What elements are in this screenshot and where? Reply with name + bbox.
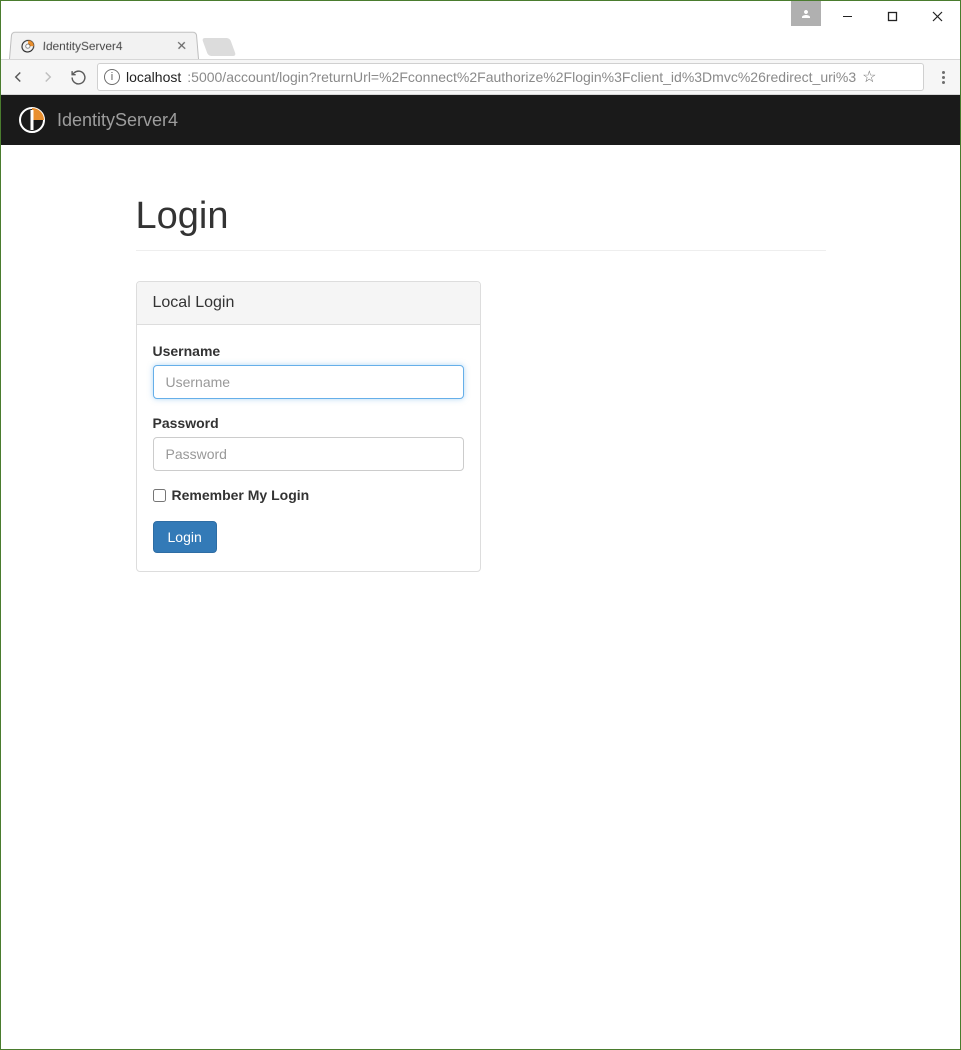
remember-row: Remember My Login	[153, 487, 464, 503]
password-label: Password	[153, 415, 464, 431]
address-bar[interactable]: i localhost :5000/account/login?returnUrl…	[97, 63, 924, 91]
brand-logo-icon	[19, 107, 45, 133]
reload-button[interactable]	[67, 66, 89, 88]
window-titlebar	[1, 1, 960, 31]
back-button[interactable]	[7, 66, 29, 88]
page-title: Login	[136, 195, 826, 251]
url-host: localhost	[126, 69, 181, 85]
address-bar-row: i localhost :5000/account/login?returnUrl…	[1, 59, 960, 95]
brand-text[interactable]: IdentityServer4	[57, 110, 178, 131]
user-badge-icon	[791, 1, 821, 26]
password-input[interactable]	[153, 437, 464, 471]
tab-close-icon[interactable]: ✕	[176, 38, 188, 54]
password-group: Password	[153, 415, 464, 471]
browser-tab[interactable]: IdentityServer4 ✕	[9, 32, 199, 59]
close-window-button[interactable]	[915, 1, 960, 31]
maximize-button[interactable]	[870, 1, 915, 31]
page-content: IdentityServer4 Login Local Login Userna…	[1, 95, 960, 592]
login-button[interactable]: Login	[153, 521, 217, 553]
username-input[interactable]	[153, 365, 464, 399]
tab-favicon-icon	[20, 39, 35, 53]
site-info-icon[interactable]: i	[104, 69, 120, 85]
remember-checkbox[interactable]	[153, 489, 166, 502]
new-tab-button[interactable]	[202, 38, 237, 56]
login-panel: Local Login Username Password Remember M…	[136, 281, 481, 572]
bookmark-star-icon[interactable]: ☆	[862, 67, 876, 87]
app-navbar: IdentityServer4	[1, 95, 960, 145]
main-container: Login Local Login Username Password Reme…	[116, 145, 846, 592]
tab-title: IdentityServer4	[42, 39, 168, 53]
tab-strip: IdentityServer4 ✕	[1, 31, 960, 59]
minimize-button[interactable]	[825, 1, 870, 31]
url-path: :5000/account/login?returnUrl=%2Fconnect…	[187, 69, 856, 85]
panel-heading: Local Login	[137, 282, 480, 325]
remember-label[interactable]: Remember My Login	[172, 487, 310, 503]
username-label: Username	[153, 343, 464, 359]
browser-menu-button[interactable]	[932, 71, 954, 84]
username-group: Username	[153, 343, 464, 399]
panel-body: Username Password Remember My Login Logi…	[137, 325, 480, 571]
forward-button[interactable]	[37, 66, 59, 88]
